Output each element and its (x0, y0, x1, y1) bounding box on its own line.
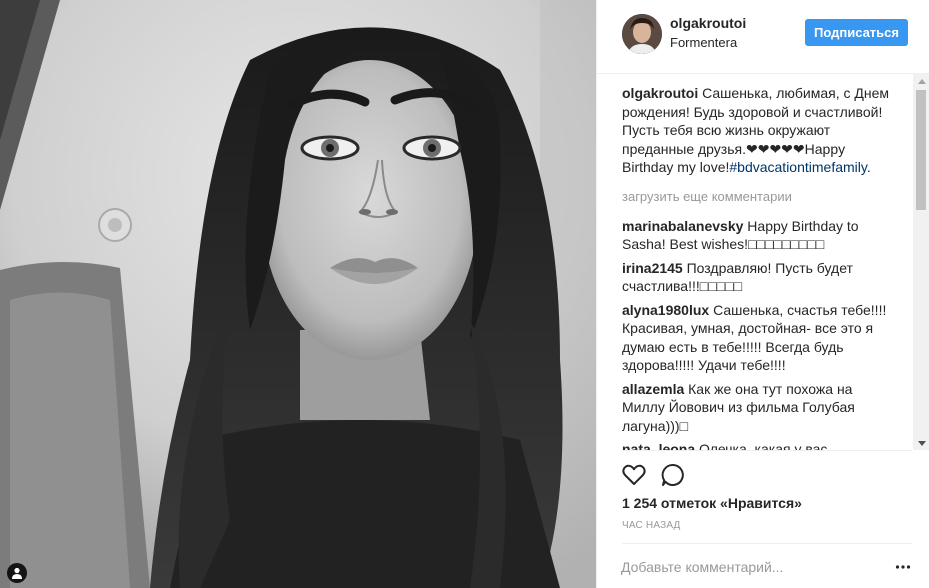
user-tag-icon[interactable] (7, 563, 27, 583)
comment-username[interactable]: irina2145 (622, 260, 683, 276)
comment-icon[interactable] (660, 462, 686, 488)
hashtag-link[interactable]: #bdvacationtimefamily (729, 159, 866, 175)
heart-icon[interactable] (621, 462, 647, 488)
post-header: olgakroutoi Formentera Подписаться (597, 0, 929, 74)
comment-username[interactable]: nata_leona (622, 441, 695, 450)
post-actions: 1 254 отметок «Нравится» ЧАС НАЗАД (597, 450, 929, 588)
follow-button[interactable]: Подписаться (805, 19, 908, 46)
comments-list: olgakroutoi Сашенька, любимая, с Днем ро… (622, 84, 890, 450)
add-comment-input[interactable] (621, 552, 871, 582)
caption: olgakroutoi Сашенька, любимая, с Днем ро… (622, 84, 890, 177)
comment-username[interactable]: marinabalanevsky (622, 218, 743, 234)
scroll-up-arrow-icon[interactable] (913, 74, 929, 88)
caption-tail: . (866, 159, 871, 175)
comments-scrollbar[interactable] (913, 74, 929, 450)
scroll-down-arrow-icon[interactable] (913, 436, 929, 450)
load-more-comments-link[interactable]: загрузить еще комментарии (622, 189, 890, 205)
avatar[interactable] (622, 14, 662, 54)
caption-username[interactable]: olgakroutoi (622, 85, 698, 101)
post-sidebar: olgakroutoi Formentera Подписаться olgak… (596, 0, 929, 588)
post-photo[interactable] (0, 0, 596, 588)
list-item: allazemla Как же она тут похожа на Миллу… (622, 380, 890, 436)
list-item: irina2145 Поздравляю! Пусть будет счастл… (622, 259, 890, 296)
location-link[interactable]: Formentera (670, 35, 737, 50)
photo-image (0, 0, 596, 588)
divider (622, 543, 912, 544)
scrollbar-thumb[interactable] (916, 90, 926, 210)
divider (622, 450, 912, 451)
list-item: marinabalanevsky Happy Birthday to Sasha… (622, 217, 890, 254)
comment-username[interactable]: alyna1980lux (622, 302, 709, 318)
post-timestamp[interactable]: ЧАС НАЗАД (622, 520, 681, 531)
likes-count[interactable]: 1 254 отметок «Нравится» (622, 495, 802, 511)
more-options-icon[interactable] (895, 559, 911, 575)
list-item: nata_leona Олечка, какая у вас красивая, (622, 440, 890, 450)
header-username[interactable]: olgakroutoi (670, 15, 746, 31)
comment-username[interactable]: allazemla (622, 381, 684, 397)
list-item: alyna1980lux Сашенька, счастья тебе!!!! … (622, 301, 890, 375)
